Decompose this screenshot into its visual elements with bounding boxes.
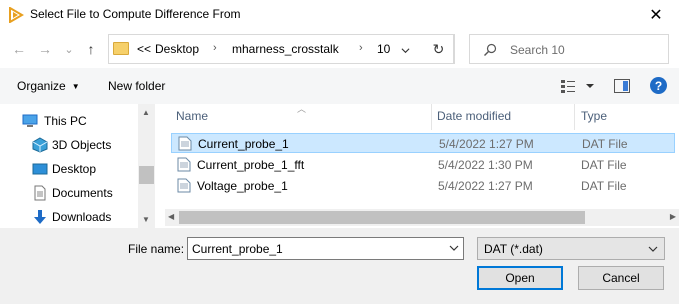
change-view-button[interactable]	[560, 78, 600, 94]
dialog-footer: File name: Current_probe_1 DAT (*.dat) O…	[0, 228, 679, 304]
command-bar: Organize ▼ New folder ?	[0, 68, 679, 104]
3d-objects-icon	[32, 137, 48, 153]
refresh-button[interactable]: ↻	[423, 34, 455, 64]
preview-pane-button[interactable]	[614, 79, 630, 93]
up-arrow-icon: ↑	[87, 41, 95, 57]
sort-ascending-icon: ︿	[297, 104, 307, 114]
app-icon	[9, 7, 24, 23]
documents-icon	[34, 185, 46, 201]
caret-down-icon: ▼	[71, 82, 80, 91]
file-date: 5/4/2022 1:30 PM	[438, 158, 533, 172]
navigation-pane: This PC 3D Objects Desktop Documents Dow…	[0, 104, 155, 228]
new-folder-button[interactable]: New folder	[108, 79, 165, 93]
column-divider[interactable]	[431, 104, 432, 130]
breadcrumb-overflow[interactable]: <<	[137, 42, 151, 56]
forward-button[interactable]: →	[34, 39, 56, 59]
horizontal-scrollbar[interactable]: ◀ ▶	[165, 209, 679, 226]
scroll-down-icon[interactable]: ▼	[142, 215, 150, 224]
chevron-down-icon[interactable]	[449, 243, 459, 253]
chevron-down-icon: ⌄	[64, 43, 74, 56]
search-placeholder: Search 10	[510, 43, 565, 57]
file-name: Current_probe_1_fft	[197, 158, 305, 172]
chevron-down-icon	[648, 246, 658, 252]
file-type-value: DAT (*.dat)	[484, 242, 543, 256]
breadcrumb-10[interactable]: 10	[377, 42, 390, 56]
sidebar-item-desktop[interactable]: Desktop	[0, 158, 138, 180]
cancel-button[interactable]: Cancel	[578, 266, 664, 290]
file-type: DAT File	[582, 137, 628, 151]
forward-arrow-icon: →	[38, 41, 52, 57]
file-type: DAT File	[581, 179, 627, 193]
column-divider[interactable]	[574, 104, 575, 130]
organize-label: Organize	[17, 79, 66, 93]
downloads-icon	[34, 210, 46, 224]
help-button[interactable]: ?	[650, 77, 667, 94]
breadcrumb-separator[interactable]: ›	[213, 42, 217, 54]
table-row[interactable]: Current_probe_1 5/4/2022 1:27 PM DAT Fil…	[171, 133, 675, 153]
close-button[interactable]: ✕	[633, 0, 679, 30]
file-name-label: File name:	[128, 242, 185, 256]
scroll-thumb[interactable]	[139, 166, 154, 184]
file-date: 5/4/2022 1:27 PM	[438, 179, 533, 193]
sidebar-scrollbar[interactable]: ▲ ▼	[138, 104, 155, 228]
sidebar-item-label: Documents	[52, 186, 113, 200]
breadcrumb-mharness-crosstalk[interactable]: mharness_crosstalk	[232, 42, 339, 56]
file-name: Voltage_probe_1	[197, 179, 288, 193]
search-box[interactable]: Search 10	[469, 34, 669, 64]
organize-menu[interactable]: Organize ▼	[17, 79, 80, 93]
address-bar[interactable]: << Desktop › mharness_crosstalk › 10	[108, 34, 454, 64]
desktop-icon	[32, 163, 48, 175]
sidebar-item-label: This PC	[44, 114, 87, 128]
sidebar-item-this-pc[interactable]: This PC	[0, 110, 138, 132]
sidebar-item-label: Downloads	[52, 210, 112, 224]
recent-locations-button[interactable]: ⌄	[58, 39, 80, 59]
column-header-name[interactable]: Name	[176, 104, 208, 130]
table-row[interactable]: Current_probe_1_fft 5/4/2022 1:30 PM DAT…	[171, 155, 675, 175]
file-name-field[interactable]: Current_probe_1	[187, 237, 464, 260]
up-button[interactable]: ↑	[80, 39, 102, 59]
sidebar-item-downloads[interactable]: Downloads	[0, 206, 138, 228]
open-button[interactable]: Open	[477, 266, 563, 290]
search-icon	[484, 43, 497, 56]
scroll-left-icon[interactable]: ◀	[168, 212, 174, 221]
address-dropdown-icon[interactable]	[401, 46, 410, 55]
file-list: ︿ Name Date modified Type Current_probe_…	[165, 104, 679, 228]
window-title: Select File to Compute Difference From	[30, 7, 241, 21]
dat-file-icon	[177, 178, 191, 193]
scroll-thumb[interactable]	[179, 211, 585, 224]
file-type: DAT File	[581, 158, 627, 172]
sidebar-item-label: 3D Objects	[52, 138, 112, 152]
help-icon: ?	[654, 78, 663, 93]
dat-file-icon	[178, 136, 192, 151]
back-button[interactable]: ←	[8, 39, 30, 59]
table-row[interactable]: Voltage_probe_1 5/4/2022 1:27 PM DAT Fil…	[171, 176, 675, 196]
file-name-value: Current_probe_1	[192, 242, 283, 256]
pc-icon	[22, 114, 38, 127]
back-arrow-icon: ←	[12, 41, 26, 57]
sidebar-item-label: Desktop	[52, 162, 97, 176]
folder-icon	[113, 42, 129, 55]
close-icon: ✕	[649, 7, 663, 24]
file-name: Current_probe_1	[198, 137, 289, 151]
column-header-date-modified[interactable]: Date modified	[437, 104, 511, 130]
file-type-select[interactable]: DAT (*.dat)	[477, 237, 665, 260]
column-header-type[interactable]: Type	[581, 104, 607, 130]
dat-file-icon	[177, 157, 191, 172]
sidebar-item-3d-objects[interactable]: 3D Objects	[0, 134, 138, 156]
breadcrumb-desktop[interactable]: Desktop	[155, 42, 199, 56]
scroll-up-icon[interactable]: ▲	[142, 108, 150, 117]
sidebar-item-documents[interactable]: Documents	[0, 182, 138, 204]
file-date: 5/4/2022 1:27 PM	[439, 137, 534, 151]
title-bar: Select File to Compute Difference From ✕	[0, 0, 679, 30]
refresh-icon: ↻	[432, 40, 445, 57]
breadcrumb-separator[interactable]: ›	[359, 42, 363, 54]
scroll-right-icon[interactable]: ▶	[670, 212, 676, 221]
navigation-bar: ← → ⌄ ↑ << Desktop › mharness_crosstalk …	[0, 30, 679, 68]
